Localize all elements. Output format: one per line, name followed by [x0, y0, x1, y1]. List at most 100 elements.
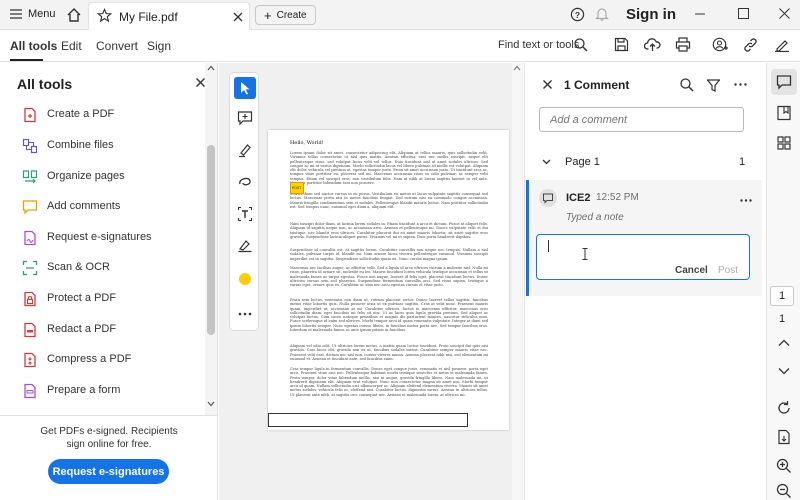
zoom-in-icon[interactable]	[776, 458, 792, 474]
comments-rail-button[interactable]	[771, 69, 797, 95]
pdf-page[interactable]: Hello, World! Lorem ipsum dolor sit amet…	[268, 130, 509, 430]
save-icon[interactable]	[614, 37, 629, 52]
doc-scroll-up-icon[interactable]	[513, 65, 521, 71]
thumbnails-icon[interactable]	[776, 135, 792, 151]
add-comment-tool[interactable]	[234, 107, 256, 129]
star-icon[interactable]	[97, 8, 112, 23]
cancel-button[interactable]: Cancel	[675, 265, 708, 276]
rotate-icon[interactable]	[776, 400, 792, 416]
highlighter-icon	[239, 144, 251, 158]
title-bar: Menu My File.pdf + Create ? Sign in	[0, 0, 800, 30]
tool-scan-ocr[interactable]: Scan & OCR	[0, 253, 205, 283]
cloud-upload-icon[interactable]	[644, 37, 661, 52]
maximize-button[interactable]	[738, 8, 749, 19]
menu-bar: All tools Edit Convert Sign Find text or…	[0, 30, 800, 62]
menu-convert[interactable]: Convert	[96, 39, 138, 53]
home-button[interactable]	[66, 7, 82, 23]
close-tab-icon[interactable]	[233, 12, 243, 22]
tool-redact-pdf[interactable]: Redact a PDF	[0, 315, 205, 345]
page-paragraph-6: Proin sem lectus, venenatis non diam ut,…	[290, 298, 488, 333]
comments-count: 1 Comment	[564, 78, 630, 92]
plus-icon: +	[264, 7, 272, 23]
close-window-button[interactable]	[779, 8, 790, 19]
tool-compress-pdf[interactable]: Compress a PDF	[0, 345, 205, 375]
panel-scrollbar-thumb[interactable]	[207, 145, 215, 335]
color-picker[interactable]	[234, 268, 256, 290]
scroll-up-icon[interactable]	[207, 65, 215, 71]
menu-edit[interactable]: Edit	[61, 39, 82, 53]
sticky-note-annotation[interactable]: POST	[290, 182, 304, 194]
filter-icon[interactable]	[707, 79, 720, 92]
tool-organize-pages[interactable]: Organize pages	[0, 162, 205, 192]
reply-input[interactable]: Cancel Post	[536, 234, 750, 280]
tool-add-comments[interactable]: Add comments	[0, 192, 205, 222]
add-comment-input[interactable]	[539, 107, 744, 132]
post-button[interactable]: Post	[718, 265, 738, 276]
search-icon[interactable]	[574, 38, 588, 52]
highlight-tool[interactable]	[234, 139, 256, 161]
export-page-icon[interactable]	[776, 429, 792, 445]
sign-in-button[interactable]: Sign in	[626, 6, 676, 23]
tab-title: My File.pdf	[119, 10, 178, 24]
menu-button[interactable]: Menu	[10, 8, 56, 20]
create-button[interactable]: + Create	[255, 5, 316, 25]
create-pdf-icon	[24, 107, 36, 123]
page-paragraph-1: Lorem ipsum dolor sit amet, consectetur …	[290, 151, 488, 186]
tool-prepare-form[interactable]: Prepare a form	[0, 376, 205, 406]
tool-protect-pdf[interactable]: Protect a PDF	[0, 284, 205, 314]
document-scrollbar[interactable]	[512, 63, 522, 500]
link-icon[interactable]	[743, 38, 758, 52]
find-text-button[interactable]: Find text or tools	[498, 39, 579, 51]
more-options-icon[interactable]	[734, 83, 747, 86]
notifications-button[interactable]	[595, 7, 609, 22]
i-beam-cursor-icon	[582, 248, 588, 260]
comment-text: Typed a note	[566, 212, 624, 223]
minimize-icon	[695, 13, 705, 15]
page-group-label[interactable]: Page 1	[565, 156, 600, 168]
select-tool[interactable]	[234, 77, 256, 99]
text-tool[interactable]	[234, 203, 256, 225]
print-icon[interactable]	[675, 37, 691, 52]
zoom-out-icon[interactable]	[776, 483, 792, 499]
redact-pdf-icon	[24, 322, 36, 338]
tool-label: Add comments	[47, 200, 121, 212]
all-tools-panel: All tools Create a PDF Combine files Org…	[0, 63, 218, 500]
more-tools-button[interactable]	[234, 303, 256, 325]
search-comments-icon[interactable]	[680, 78, 694, 92]
minimize-button[interactable]	[694, 8, 706, 20]
pdf-form-field[interactable]	[268, 413, 468, 427]
bell-icon	[595, 8, 609, 21]
tool-label: Redact a PDF	[47, 323, 117, 335]
page-paragraph-4: Suspendisse id convallis est, at sagitti…	[290, 248, 488, 261]
sign-pen-icon[interactable]	[774, 37, 790, 52]
request-esignatures-button[interactable]: Request e-signatures	[48, 459, 169, 484]
fill-sign-tool[interactable]	[234, 234, 256, 256]
more-horizontal-icon	[238, 312, 252, 316]
tool-combine-files[interactable]: Combine files	[0, 131, 205, 161]
scan-ocr-icon	[22, 260, 38, 276]
page-down-icon[interactable]	[776, 363, 792, 379]
page-up-icon[interactable]	[776, 335, 792, 351]
close-panel-icon[interactable]	[196, 78, 205, 87]
menu-sign[interactable]: Sign	[147, 39, 171, 53]
help-button[interactable]: ?	[570, 7, 585, 22]
add-user-icon[interactable]	[712, 37, 728, 53]
document-tab[interactable]: My File.pdf	[88, 2, 250, 30]
request-esign-icon	[24, 230, 36, 246]
close-comments-icon[interactable]	[543, 80, 552, 89]
protect-pdf-icon	[24, 291, 36, 307]
chevron-down-icon[interactable]	[542, 159, 551, 165]
scroll-down-icon[interactable]	[207, 401, 215, 407]
maximize-icon	[738, 8, 749, 19]
comment-add-icon	[237, 111, 253, 126]
menu-all-tools[interactable]: All tools	[10, 39, 57, 53]
bookmark-icon[interactable]	[776, 105, 792, 121]
tool-label: Organize pages	[47, 170, 125, 182]
comment-more-icon[interactable]	[740, 199, 752, 202]
tool-create-pdf[interactable]: Create a PDF	[0, 100, 205, 130]
tool-label: Prepare a form	[47, 384, 121, 396]
current-page-input[interactable]: 1	[770, 286, 794, 306]
compress-pdf-icon	[24, 352, 36, 368]
tool-request-esignatures[interactable]: Request e-signatures	[0, 223, 205, 253]
draw-tool[interactable]	[234, 171, 256, 193]
